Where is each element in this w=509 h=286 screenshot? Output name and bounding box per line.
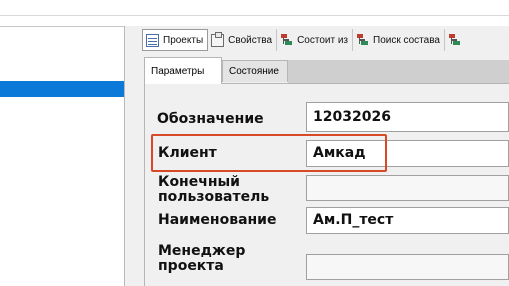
subtab-state-label: Состояние <box>229 66 279 77</box>
client-highlight-frame <box>151 134 387 172</box>
properties-icon <box>211 31 225 47</box>
end-user-field[interactable] <box>306 175 509 201</box>
tree-icon <box>448 33 461 47</box>
manager-field[interactable] <box>306 254 509 280</box>
tab-properties[interactable]: Свойства <box>208 29 278 51</box>
tree-selected-row[interactable] <box>0 81 124 97</box>
tab-search-composition-label: Поиск состава <box>373 34 440 46</box>
tree-icon <box>280 33 293 47</box>
tab-more[interactable] <box>445 29 469 51</box>
grid-icon <box>146 33 159 47</box>
tab-properties-label: Свойства <box>228 34 273 46</box>
subtab-state[interactable]: Состояние <box>222 60 288 82</box>
designation-field[interactable]: 12032026 <box>306 102 509 132</box>
name-label: Наименование <box>158 212 277 228</box>
tab-search-composition[interactable]: Поиск состава <box>353 29 445 51</box>
tree-icon <box>356 33 369 47</box>
window-top-strip <box>0 0 509 16</box>
view-toolbar: Проекты Свойства Состоит из Поиск состав… <box>142 29 469 51</box>
name-field[interactable]: Ам.П_тест <box>306 207 509 234</box>
subtab-parameters[interactable]: Параметры <box>144 57 222 84</box>
manager-label-line1: Менеджер <box>158 243 246 259</box>
subtab-parameters-label: Параметры <box>151 65 205 77</box>
end-user-label-line1: Конечный <box>158 174 240 190</box>
tab-consists-of[interactable]: Состоит из <box>277 29 353 51</box>
end-user-label-line2: пользователь <box>158 189 270 205</box>
left-tree-pane[interactable] <box>0 26 124 286</box>
subtab-strip: Параметры Состояние <box>144 57 509 84</box>
manager-label-line2: проекта <box>158 258 224 274</box>
tab-projects-label: Проекты <box>163 34 204 46</box>
pane-splitter[interactable] <box>124 26 136 286</box>
designation-label: Обозначение <box>157 111 264 127</box>
tab-consists-of-label: Состоит из <box>297 34 348 46</box>
tab-projects[interactable]: Проекты <box>142 29 209 51</box>
